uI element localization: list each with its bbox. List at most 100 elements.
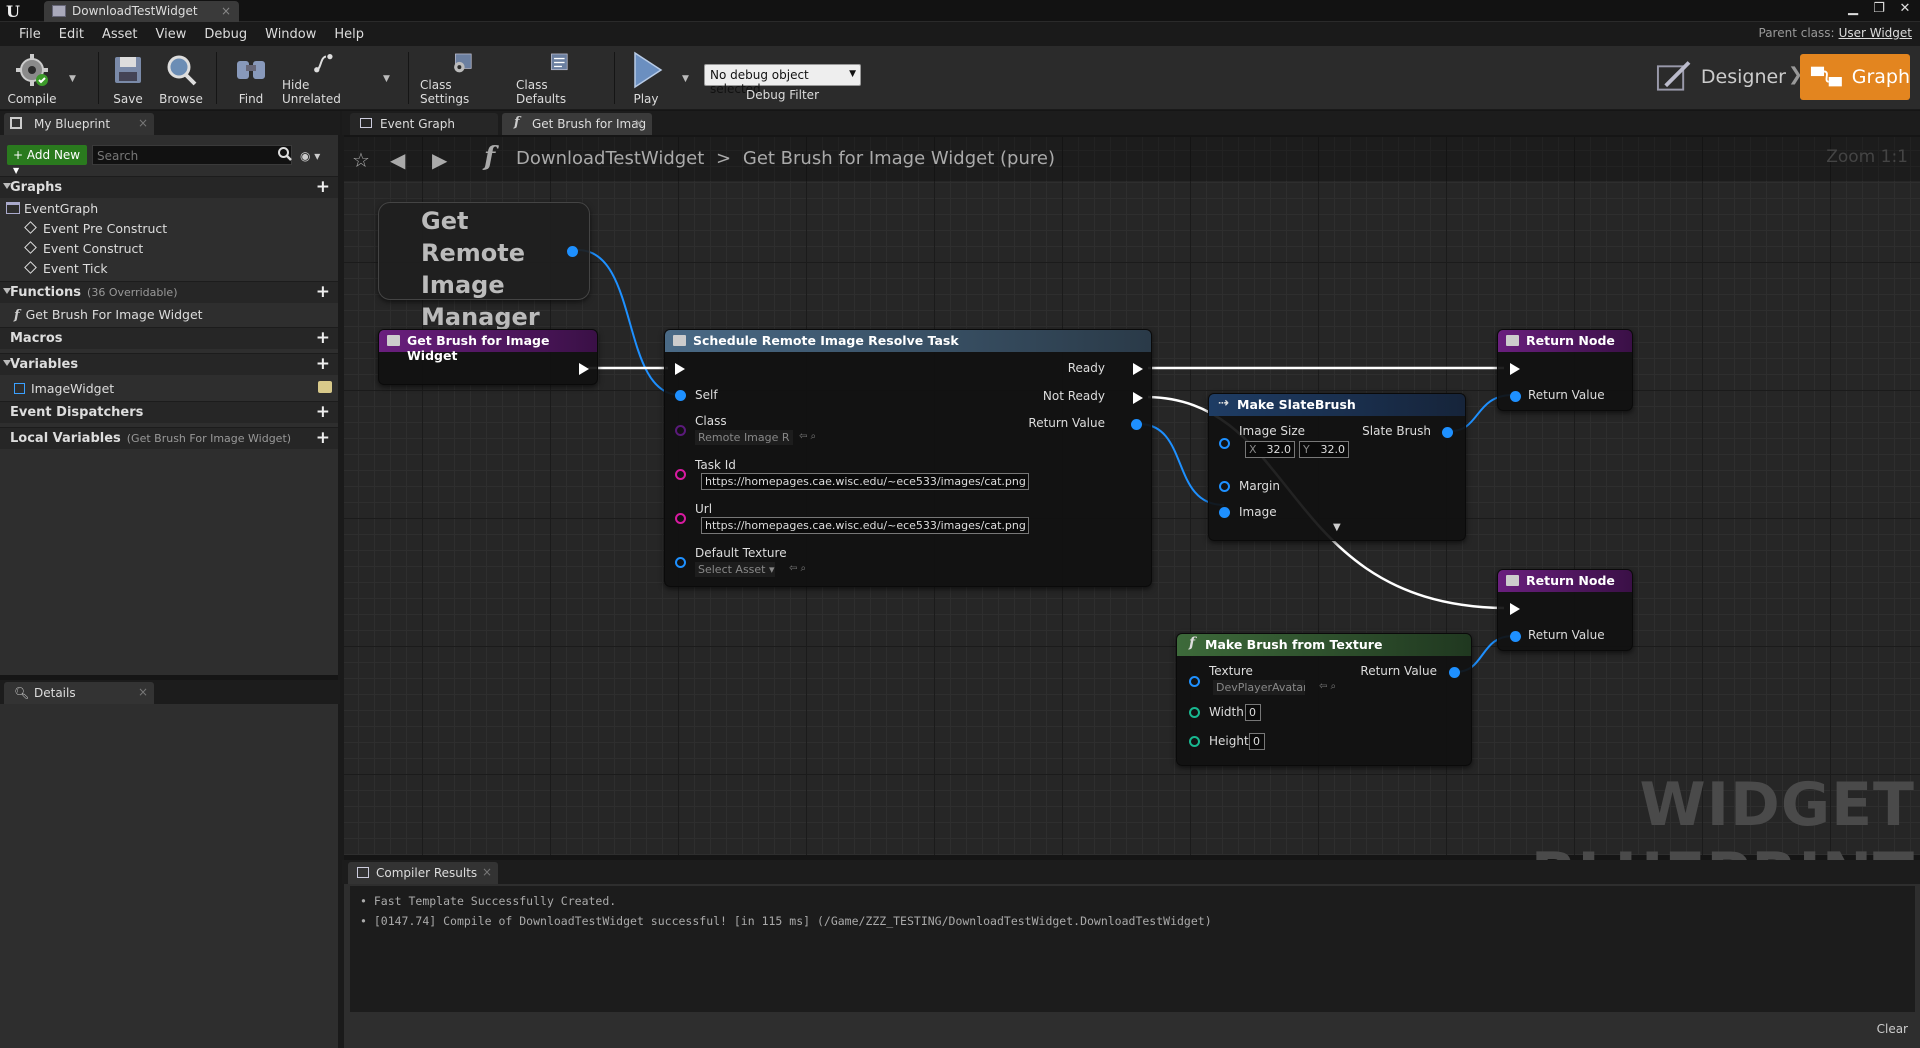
compile-dropdown-icon[interactable]: ▼ (69, 74, 76, 84)
menu-window[interactable]: Window (256, 27, 325, 42)
play-button[interactable]: Play (624, 50, 668, 108)
add-function-icon[interactable]: + (316, 282, 330, 302)
menu-asset[interactable]: Asset (93, 27, 147, 42)
make-brush-from-texture-node[interactable]: f Make Brush from Texture Texture DevPlay… (1176, 633, 1472, 766)
search-input[interactable]: Search (92, 145, 292, 165)
schedule-remote-image-resolve-task-node[interactable]: Schedule Remote Image Resolve Task Self … (664, 329, 1152, 587)
graphs-section-header[interactable]: Graphs + (0, 176, 338, 198)
visibility-options-icon[interactable]: ◉ ▾ (300, 149, 320, 163)
default-texture-pin[interactable] (675, 557, 686, 568)
return-value-pin[interactable] (1449, 667, 1460, 678)
self-pin[interactable] (675, 390, 686, 401)
tree-item-eventgraph[interactable]: EventGraph (6, 201, 98, 216)
output-pin[interactable] (567, 246, 578, 257)
image-pin[interactable] (1219, 507, 1230, 518)
search-icon[interactable] (277, 146, 293, 162)
image-size-pin[interactable] (1219, 438, 1230, 449)
get-remote-image-manager-node[interactable]: Get Remote Image Manager (378, 202, 590, 331)
tree-item-event-tick[interactable]: Event Tick (24, 261, 108, 276)
class-pin[interactable] (675, 425, 686, 436)
hide-unrelated-dropdown-icon[interactable]: ▼ (383, 74, 390, 84)
menu-edit[interactable]: Edit (50, 27, 93, 42)
close-window-icon[interactable]: ✕ (1898, 1, 1912, 16)
add-graph-icon[interactable]: + (316, 177, 330, 197)
exec-in-pin[interactable] (675, 363, 685, 375)
width-pin[interactable] (1189, 707, 1200, 718)
clear-button[interactable]: Clear (1877, 1022, 1908, 1036)
margin-pin[interactable] (1219, 481, 1230, 492)
image-size-y-input[interactable]: Y 32.0 (1299, 441, 1349, 458)
tab-details[interactable]: 🔍︎ Details (4, 682, 154, 704)
ready-exec-pin[interactable] (1133, 363, 1143, 375)
compile-button[interactable]: Compile (6, 50, 58, 108)
return-value-pin[interactable] (1510, 631, 1521, 642)
add-dispatcher-icon[interactable]: + (316, 402, 330, 422)
event-dispatchers-section-header[interactable]: Event Dispatchers + (0, 401, 338, 423)
favorite-star-icon[interactable]: ☆ (352, 148, 370, 172)
variables-section-header[interactable]: Variables + (0, 353, 338, 375)
menu-debug[interactable]: Debug (195, 27, 256, 42)
breadcrumb-root[interactable]: DownloadTestWidget (516, 148, 704, 169)
class-select[interactable]: Remote Image R ▾ (695, 430, 793, 445)
return-node-1[interactable]: Return Node Return Value (1497, 329, 1633, 411)
save-button[interactable]: Save (108, 50, 148, 108)
menu-file[interactable]: File (10, 27, 50, 42)
tree-item-event-pre-construct[interactable]: Event Pre Construct (24, 221, 167, 236)
debug-object-select[interactable]: No debug object selected ▼ (704, 64, 861, 96)
document-tab[interactable]: DownloadTestWidget × (44, 1, 239, 22)
task-id-pin[interactable] (675, 469, 686, 480)
return-node-2[interactable]: Return Node Return Value (1497, 569, 1633, 651)
play-dropdown-icon[interactable]: ▼ (682, 74, 689, 84)
class-defaults-button[interactable]: Class Defaults (516, 50, 600, 108)
return-value-pin[interactable] (1131, 419, 1142, 430)
width-input[interactable]: 0 (1245, 704, 1261, 721)
add-variable-icon[interactable]: + (316, 354, 330, 374)
url-pin[interactable] (675, 513, 686, 524)
exec-in-pin[interactable] (1510, 363, 1520, 375)
close-icon[interactable]: × (138, 116, 148, 130)
tab-compiler-results[interactable]: Compiler Results (348, 862, 498, 884)
find-button[interactable]: Find (230, 50, 272, 108)
height-input[interactable]: 0 (1249, 733, 1265, 750)
return-value-pin[interactable] (1510, 391, 1521, 402)
macros-section-header[interactable]: Macros + (0, 327, 338, 349)
height-pin[interactable] (1189, 736, 1200, 747)
class-settings-button[interactable]: Class Settings (420, 50, 504, 108)
visibility-eye-icon[interactable] (318, 381, 332, 393)
use-selected-icon[interactable]: ⇦ ⌕ (1319, 681, 1336, 692)
tab-event-graph[interactable]: Event Graph (350, 113, 498, 135)
browse-button[interactable]: Browse (156, 50, 206, 108)
image-size-x-input[interactable]: X 32.0 (1245, 441, 1295, 458)
menu-help[interactable]: Help (325, 27, 373, 42)
not-ready-exec-pin[interactable] (1133, 392, 1143, 404)
restore-icon[interactable]: ❐ (1872, 1, 1886, 16)
add-new-button[interactable]: + Add New ▼ (7, 145, 87, 175)
close-icon[interactable]: × (221, 4, 231, 18)
back-arrow-icon[interactable]: ◀ (390, 148, 405, 172)
texture-select[interactable]: DevPlayerAvatar ▾ (1213, 680, 1305, 695)
close-icon[interactable]: × (138, 685, 148, 699)
exec-in-pin[interactable] (1510, 603, 1520, 615)
parent-class-link[interactable]: User Widget (1839, 26, 1912, 40)
graph-mode-button[interactable]: Graph (1800, 54, 1910, 100)
tree-item-variable[interactable]: ImageWidget (14, 381, 114, 396)
add-local-variable-icon[interactable]: + (316, 428, 330, 448)
forward-arrow-icon[interactable]: ▶ (432, 148, 447, 172)
functions-section-header[interactable]: Functions (36 Overridable) + (0, 281, 338, 303)
hide-unrelated-button[interactable]: Hide Unrelated (282, 50, 366, 108)
tab-my-blueprint[interactable]: My Blueprint (4, 113, 154, 135)
close-icon[interactable]: × (482, 865, 492, 879)
default-texture-select[interactable]: Select Asset ▾ (695, 562, 775, 577)
minimize-icon[interactable]: ▁ (1846, 1, 1860, 16)
menu-view[interactable]: View (147, 27, 196, 42)
make-slatebrush-node[interactable]: ⇢ Make SlateBrush Image Size X 32.0 Y 32.0 … (1208, 393, 1466, 541)
use-selected-icon[interactable]: ⇦ ⌕ (789, 563, 806, 574)
add-macro-icon[interactable]: + (316, 328, 330, 348)
texture-pin[interactable] (1189, 676, 1200, 687)
url-input[interactable]: https://homepages.cae.wisc.edu/~ece533/i… (701, 517, 1029, 534)
local-variables-section-header[interactable]: Local Variables (Get Brush For Image Widg… (0, 427, 338, 449)
expand-arrow-icon[interactable]: ▼ (1333, 522, 1341, 533)
exec-out-pin[interactable] (579, 363, 589, 375)
tree-item-function[interactable]: f Get Brush For Image Widget (14, 307, 203, 323)
slate-brush-pin[interactable] (1442, 427, 1453, 438)
